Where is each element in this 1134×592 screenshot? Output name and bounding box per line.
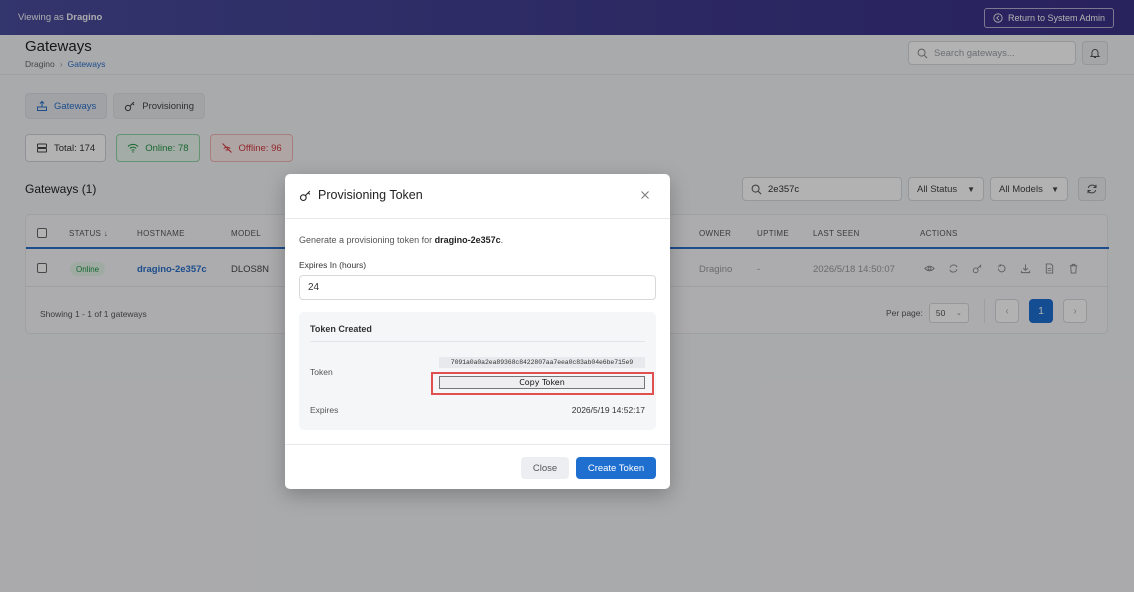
dialog-title: Provisioning Token — [299, 188, 423, 202]
token-label: Token — [310, 367, 333, 377]
expires-row-value: 2026/5/19 14:52:17 — [571, 405, 645, 415]
copy-token-button[interactable]: Copy Token — [439, 376, 645, 389]
dialog-header: Provisioning Token — [285, 174, 670, 219]
close-icon[interactable] — [638, 188, 652, 202]
divider — [310, 341, 645, 342]
dialog-footer: Close Create Token — [285, 444, 670, 489]
expires-in-label: Expires In (hours) — [299, 260, 367, 270]
dialog-description: Generate a provisioning token for dragin… — [299, 235, 504, 245]
key-icon — [299, 190, 311, 201]
provisioning-token-dialog: Provisioning Token Generate a provisioni… — [285, 174, 670, 489]
token-value[interactable]: 7091a0a0a2ea89368c8422807aa7eea0c83ab04e… — [439, 357, 645, 368]
token-created-panel: Token Created Token 7091a0a0a2ea89368c84… — [299, 312, 656, 430]
dialog-title-text: Provisioning Token — [318, 188, 423, 202]
create-token-button[interactable]: Create Token — [576, 457, 656, 479]
expires-row-label: Expires — [310, 405, 339, 415]
token-created-title: Token Created — [310, 324, 372, 334]
dialog-hostname: dragino-2e357c — [434, 235, 501, 245]
expires-in-input[interactable] — [299, 275, 656, 300]
close-button[interactable]: Close — [521, 457, 569, 479]
